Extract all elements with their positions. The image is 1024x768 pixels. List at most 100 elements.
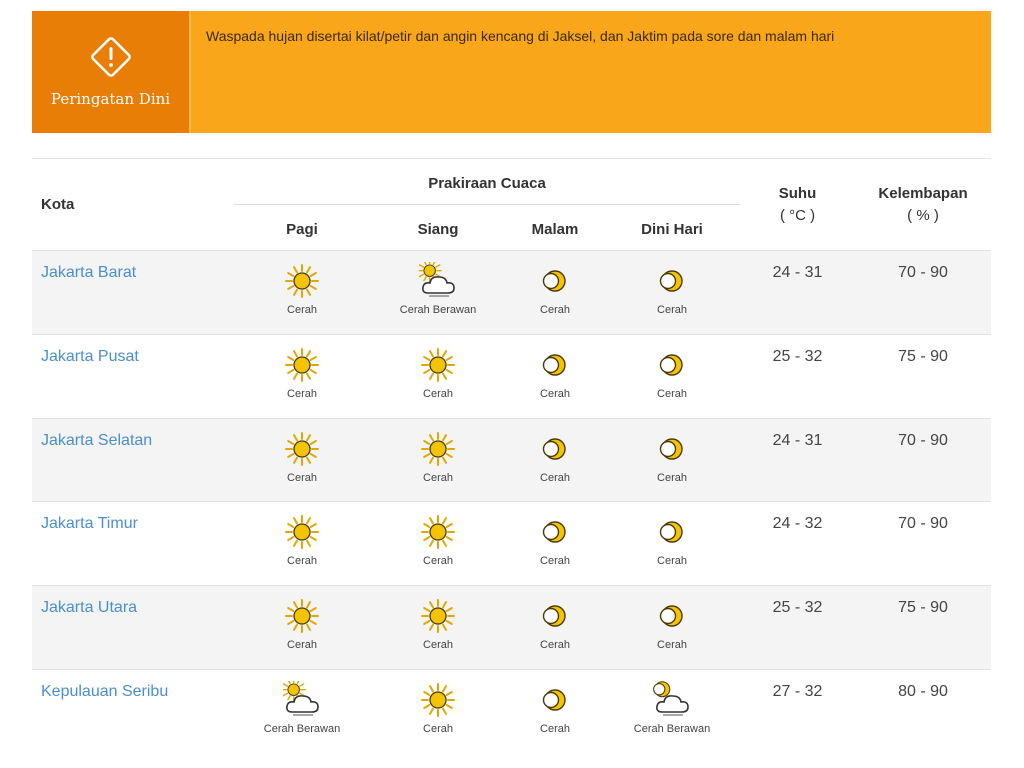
city-link[interactable]: Jakarta Pusat [41, 348, 139, 365]
forecast-cell: Cerah [234, 502, 370, 567]
humidity-value: 70 - 90 [855, 417, 992, 502]
forecast-cell: Cerah Berawan [604, 670, 740, 735]
temperature-label: Suhu [778, 184, 817, 202]
forecast-label: Cerah [540, 722, 570, 735]
forecast-cell: Cerah [604, 586, 740, 651]
forecast-cell: Cerah [370, 586, 506, 651]
moon-icon [542, 605, 566, 627]
temperature-value: 24 - 31 [740, 250, 856, 335]
sun-icon [421, 599, 455, 634]
warning-icon [90, 37, 131, 77]
forecast-cell: Cerah [506, 335, 604, 400]
forecast-cell: Cerah [506, 502, 604, 567]
forecast-cell: Cerah Berawan [370, 251, 506, 316]
moon-icon [542, 521, 566, 544]
sun-icon [285, 599, 319, 634]
table-row: Jakarta Barat Cerah Cerah Berawan Cerah … [32, 250, 992, 335]
forecast-label: Cerah [540, 387, 570, 400]
table-row: Jakarta Timur Cerah Cerah Cerah Cerah 24… [32, 501, 992, 586]
temperature-unit: ( °C ) [779, 206, 816, 224]
humidity-unit: ( % ) [907, 206, 939, 224]
forecast-label: Cerah [657, 387, 687, 400]
col-header-dini-hari: Dini Hari [641, 221, 703, 238]
city-link[interactable]: Jakarta Utara [41, 599, 137, 616]
sun-icon [421, 347, 455, 382]
forecast-label: Cerah [540, 555, 570, 568]
forecast-cell: Cerah [234, 251, 370, 316]
forecast-label: Cerah [540, 471, 570, 484]
forecast-label: Cerah [657, 304, 687, 316]
forecast-label: Cerah Berawan [263, 722, 341, 735]
forecast-cell: Cerah [506, 419, 604, 484]
city-link[interactable]: Jakarta Barat [41, 264, 136, 281]
city-link[interactable]: Kepulauan Seribu [41, 683, 168, 700]
sun-icon [285, 431, 319, 466]
forecast-cell: Cerah [506, 586, 604, 651]
forecast-label: Cerah Berawan [633, 722, 711, 735]
moon-icon [659, 521, 683, 544]
forecast-label: Cerah [287, 387, 317, 400]
forecast-label: Cerah [423, 387, 453, 400]
forecast-cell: Cerah [370, 502, 506, 567]
humidity-value: 70 - 90 [855, 250, 992, 335]
sun-icon [421, 682, 455, 717]
sun-icon [421, 515, 455, 550]
forecast-label: Cerah [657, 471, 687, 484]
moon-icon [542, 437, 566, 460]
moon-icon [542, 689, 566, 711]
forecast-cell: Cerah [234, 419, 370, 484]
forecast-cell: Cerah [234, 586, 370, 651]
temperature-value: 25 - 32 [740, 333, 856, 419]
sun-cloud-icon [283, 680, 319, 716]
sun-icon [285, 347, 319, 382]
forecast-label: Cerah [423, 555, 453, 568]
early-warning-badge: Peringatan Dini [32, 11, 189, 133]
forecast-label: Cerah [287, 304, 317, 316]
forecast-cell: Cerah [604, 335, 740, 400]
sun-icon [421, 431, 455, 466]
forecast-cell: Cerah [604, 251, 740, 316]
humidity-value: 80 - 90 [855, 668, 992, 754]
forecast-label: Cerah [657, 639, 687, 652]
forecast-cell: Cerah [506, 670, 604, 735]
moon-icon [659, 270, 683, 292]
forecast-cell: Cerah [604, 419, 740, 484]
col-header-siang: Siang [417, 221, 459, 238]
forecast-label: Cerah [423, 639, 453, 652]
moon-cloud-icon [653, 681, 689, 716]
temperature-value: 24 - 31 [740, 417, 856, 502]
moon-icon [542, 354, 566, 376]
col-header-pagi: Pagi [286, 221, 318, 238]
forecast-label: Cerah Berawan [399, 304, 477, 316]
forecast-label: Cerah [287, 471, 317, 484]
moon-icon [542, 270, 566, 292]
col-header-malam: Malam [531, 221, 579, 238]
sun-icon [285, 515, 319, 550]
forecast-cell: Cerah [506, 251, 604, 316]
moon-icon [659, 437, 683, 460]
sun-icon [285, 264, 319, 298]
early-warning-banner: Peringatan Dini Waspada hujan disertai k… [32, 11, 991, 133]
humidity-label: Kelembapan [878, 184, 968, 202]
humidity-value: 75 - 90 [855, 585, 992, 670]
temperature-value: 25 - 32 [740, 585, 856, 670]
weather-forecast-table: Kota Prakiraan Cuaca Suhu ( °C ) Kelemba… [32, 158, 992, 754]
temperature-value: 27 - 32 [740, 668, 856, 754]
city-link[interactable]: Jakarta Selatan [41, 432, 152, 449]
col-header-forecast: Prakiraan Cuaca [234, 158, 741, 205]
forecast-label: Cerah [423, 471, 453, 484]
table-row: Jakarta Selatan Cerah Cerah Cerah Cerah … [32, 417, 992, 502]
moon-icon [659, 354, 683, 376]
forecast-cell: Cerah [370, 419, 506, 484]
city-link[interactable]: Jakarta Timur [41, 515, 138, 532]
col-header-city: Kota [41, 196, 75, 213]
forecast-cell: Cerah [604, 502, 740, 567]
early-warning-title: Peringatan Dini [50, 90, 171, 108]
table-row: Jakarta Pusat Cerah Cerah Cerah Cerah 25… [32, 333, 992, 419]
table-row: Jakarta Utara Cerah Cerah Cerah Cerah 25… [32, 585, 992, 670]
forecast-label: Cerah [657, 555, 687, 568]
forecast-cell: Cerah Berawan [234, 670, 370, 735]
sun-cloud-icon [419, 262, 455, 297]
forecast-cell: Cerah [370, 670, 506, 735]
forecast-label: Cerah [423, 722, 453, 735]
